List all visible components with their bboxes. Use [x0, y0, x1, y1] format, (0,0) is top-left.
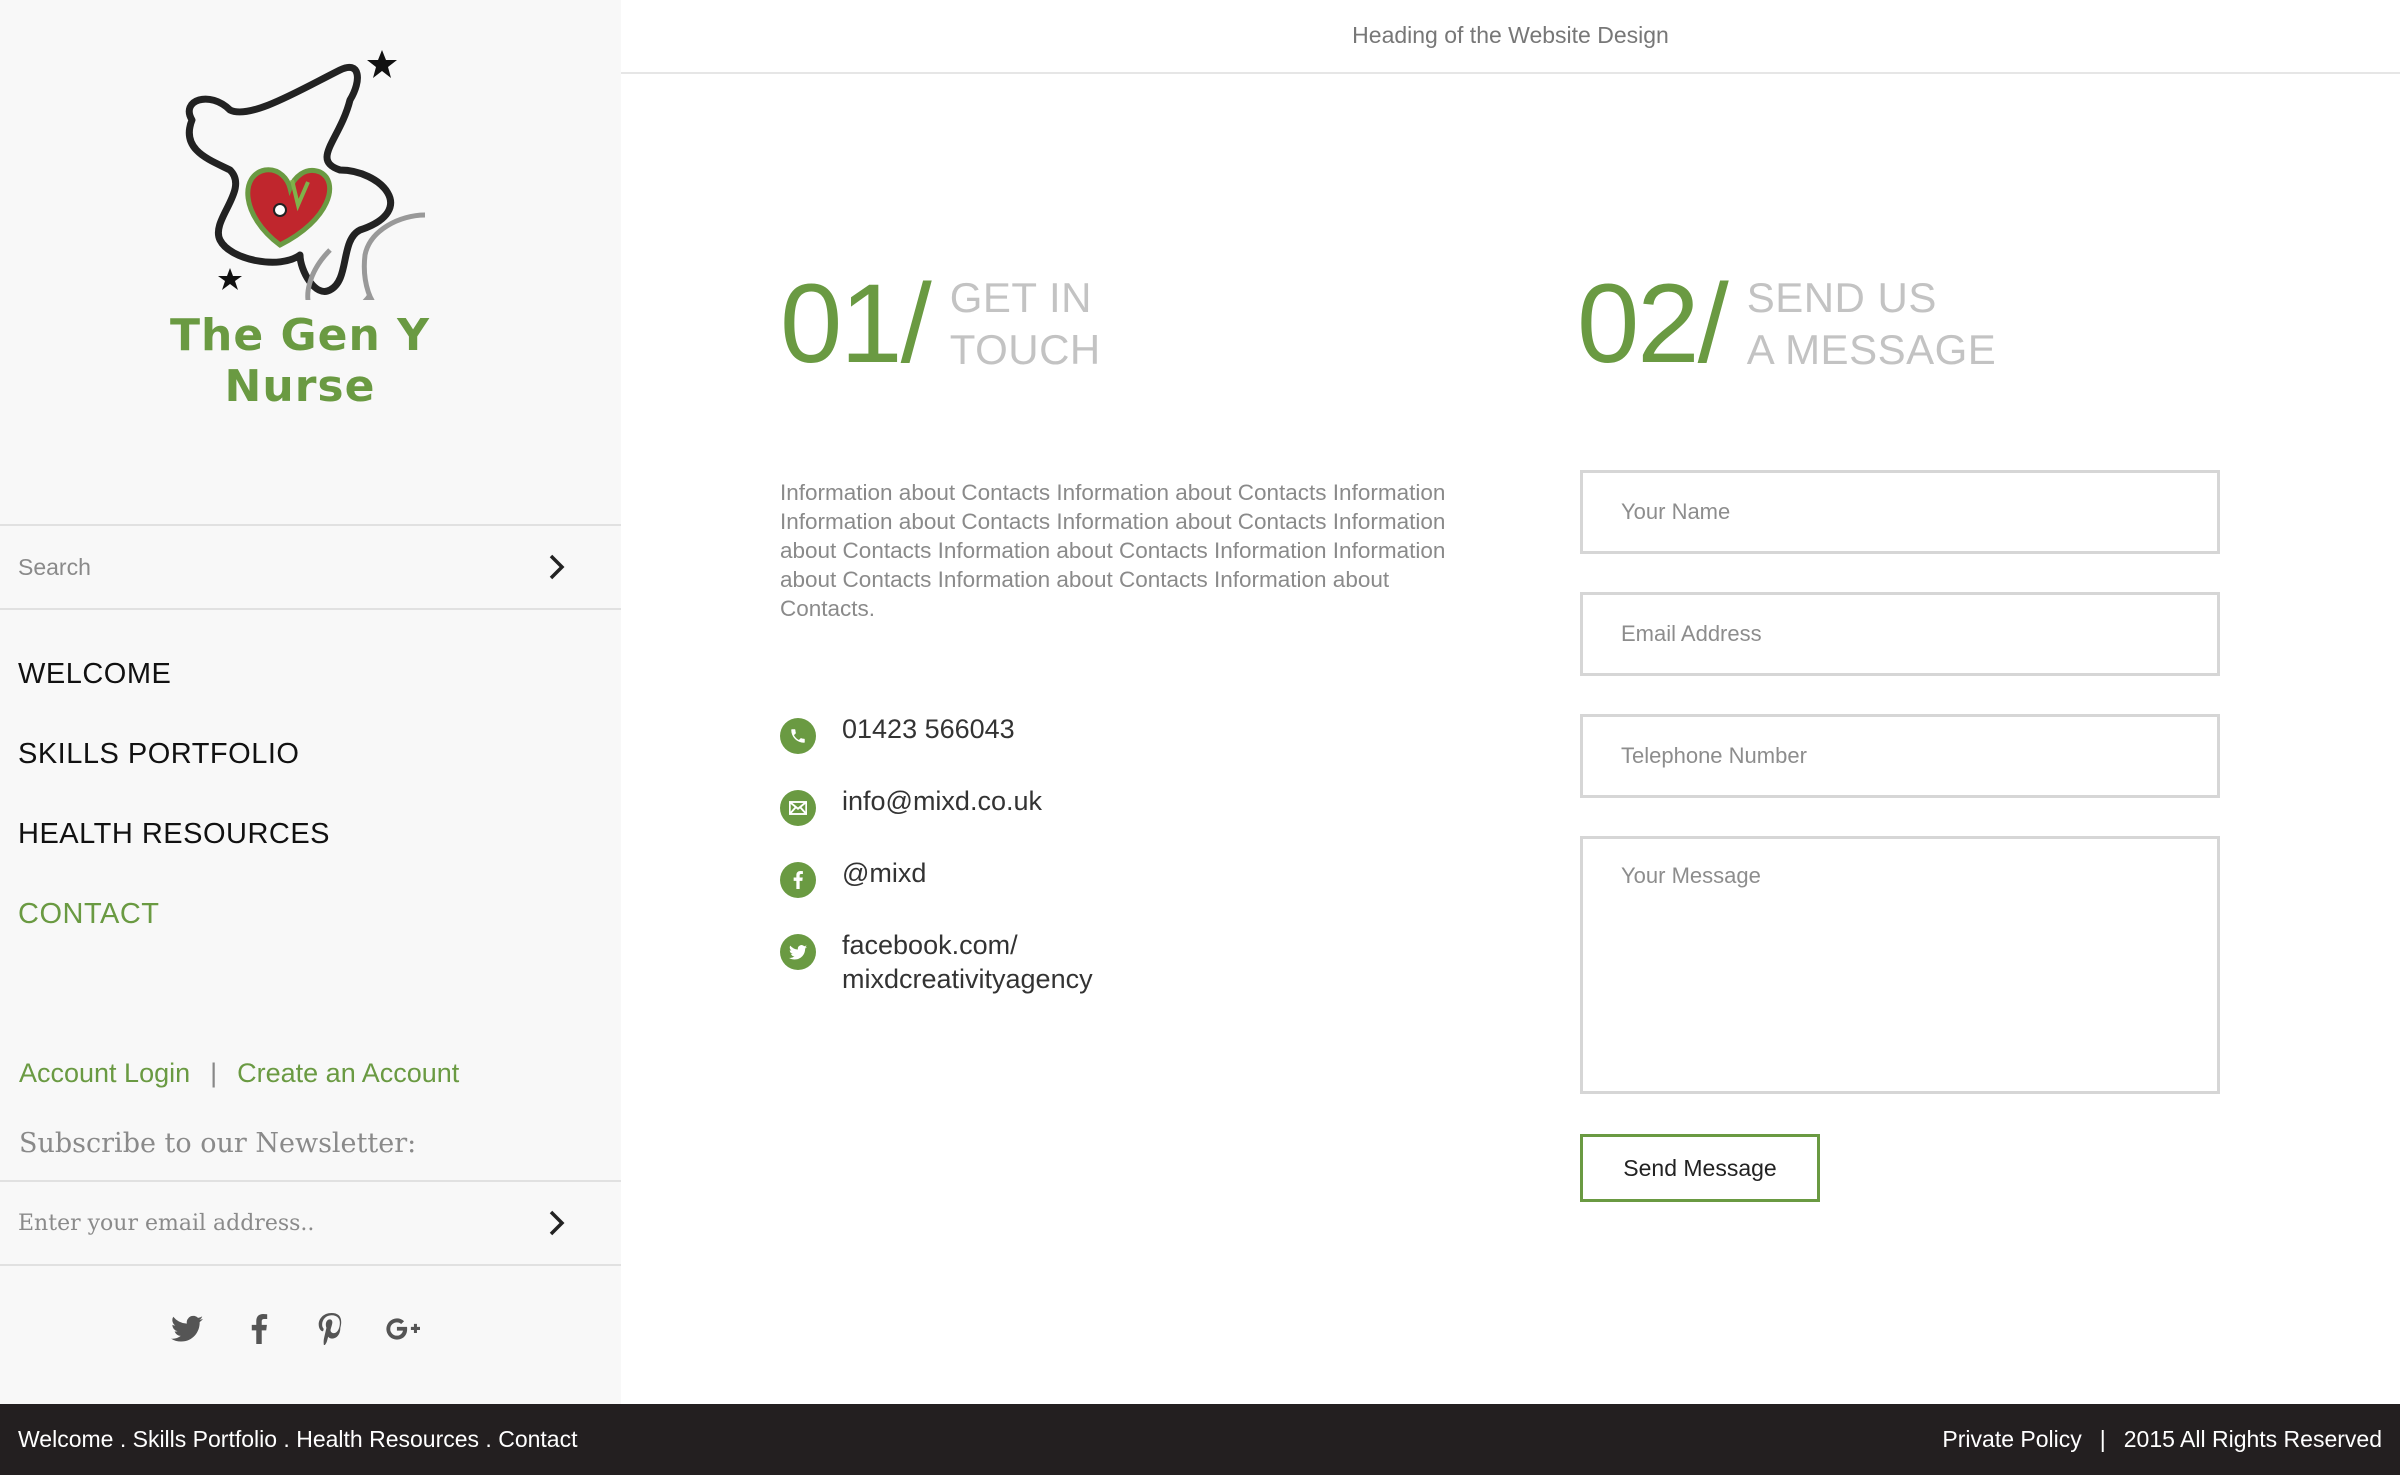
logo-text: The Gen Y Nurse [170, 310, 430, 412]
send-message-button[interactable]: Send Message [1580, 1134, 1820, 1202]
sidebar: The Gen Y Nurse WELCOME SKILLS PORTFOLIO… [0, 0, 621, 1404]
section-title: SEND US A MESSAGE [1747, 272, 1997, 376]
newsletter-email-input[interactable] [0, 1210, 537, 1236]
search-input[interactable] [0, 553, 537, 581]
privacy-policy-link[interactable]: Private Policy [1942, 1426, 2081, 1453]
main-nav: WELCOME SKILLS PORTFOLIO HEALTH RESOURCE… [18, 650, 330, 970]
nav-item-contact[interactable]: CONTACT [18, 890, 330, 970]
message-field[interactable] [1580, 836, 2220, 1094]
telephone-field[interactable] [1580, 714, 2220, 798]
footer-link-contact[interactable]: Contact [498, 1426, 577, 1452]
twitter-icon [780, 934, 816, 970]
account-links: Account Login | Create an Account [19, 1058, 459, 1089]
footer-separator: | [2099, 1426, 2106, 1452]
footer-link-separator: . [479, 1426, 499, 1452]
contact-form: Send Message [1580, 470, 2220, 1202]
footer-legal: Private Policy | 2015 All Rights Reserve… [1942, 1426, 2382, 1453]
footer-link-skills-portfolio[interactable]: Skills Portfolio [133, 1426, 277, 1452]
section-title-line1: SEND US [1746, 274, 1937, 321]
name-field[interactable] [1580, 470, 2220, 554]
newsletter-form [0, 1180, 621, 1266]
email-field[interactable] [1580, 592, 2220, 676]
footer-nav: Welcome . Skills Portfolio . Health Reso… [18, 1426, 577, 1453]
contact-facebook: @mixd [780, 856, 1142, 898]
footer-link-health-resources[interactable]: Health Resources [296, 1426, 479, 1452]
contact-facebook-text[interactable]: @mixd [842, 856, 926, 890]
contact-twitter-line1: facebook.com/ [842, 930, 1018, 960]
section-title-line2: TOUCH [949, 326, 1101, 373]
get-in-touch-heading: 01/ GET IN TOUCH [780, 268, 1101, 380]
contact-email-text[interactable]: info@mixd.co.uk [842, 784, 1042, 818]
nav-item-health-resources[interactable]: HEALTH RESOURCES [18, 810, 330, 890]
section-number: 02/ [1577, 261, 1729, 386]
page-header: Heading of the Website Design [621, 0, 2400, 74]
contact-phone: 01423 566043 [780, 712, 1142, 754]
footer: Welcome . Skills Portfolio . Health Reso… [0, 1404, 2400, 1475]
mail-icon [780, 790, 816, 826]
section-title-line1: GET IN [949, 274, 1092, 321]
contact-twitter: facebook.com/ mixdcreativityagency [780, 928, 1142, 996]
newsletter-label: Subscribe to our Newsletter: [19, 1128, 417, 1159]
chevron-right-icon [549, 554, 565, 580]
contact-twitter-text[interactable]: facebook.com/ mixdcreativityagency [842, 928, 1142, 996]
account-separator: | [210, 1058, 218, 1088]
phone-icon [780, 718, 816, 754]
google-plus-icon [386, 1318, 420, 1340]
contact-email: info@mixd.co.uk [780, 784, 1142, 826]
contact-list: 01423 566043 info@mixd.co.uk @mixd faceb… [780, 712, 1142, 1026]
page-title: Heading of the Website Design [1352, 22, 1669, 48]
footer-link-separator: . [277, 1426, 297, 1452]
pinterest-link[interactable] [312, 1310, 350, 1348]
social-links [168, 1310, 422, 1348]
contact-phone-text[interactable]: 01423 566043 [842, 712, 1015, 746]
footer-link-separator: . [113, 1426, 133, 1452]
logo[interactable]: The Gen Y Nurse [100, 40, 520, 412]
contact-twitter-line2: mixdcreativityagency [842, 964, 1093, 994]
search-submit-button[interactable] [537, 547, 577, 587]
send-message-heading: 02/ SEND US A MESSAGE [1577, 268, 1996, 380]
google-plus-link[interactable] [384, 1310, 422, 1348]
footer-link-welcome[interactable]: Welcome [18, 1426, 113, 1452]
section-title: GET IN TOUCH [950, 272, 1101, 376]
create-account-link[interactable]: Create an Account [237, 1058, 459, 1089]
facebook-icon [780, 862, 816, 898]
twitter-link[interactable] [168, 1310, 206, 1348]
twitter-icon [171, 1315, 203, 1342]
chevron-right-icon [549, 1210, 565, 1236]
section-title-line2: A MESSAGE [1746, 326, 1997, 373]
newsletter-submit-button[interactable] [537, 1203, 577, 1243]
facebook-link[interactable] [240, 1310, 278, 1348]
nurse-logo-icon [185, 50, 426, 321]
search-bar [0, 524, 621, 610]
nav-item-welcome[interactable]: WELCOME [18, 650, 330, 730]
section-number: 01/ [780, 261, 932, 386]
pinterest-icon [318, 1313, 342, 1345]
copyright-text: 2015 All Rights Reserved [2123, 1426, 2382, 1452]
account-login-link[interactable]: Account Login [19, 1058, 190, 1089]
facebook-icon [251, 1314, 268, 1344]
contact-info-text: Information about Contacts Information a… [780, 480, 1446, 621]
nav-item-skills-portfolio[interactable]: SKILLS PORTFOLIO [18, 730, 330, 810]
